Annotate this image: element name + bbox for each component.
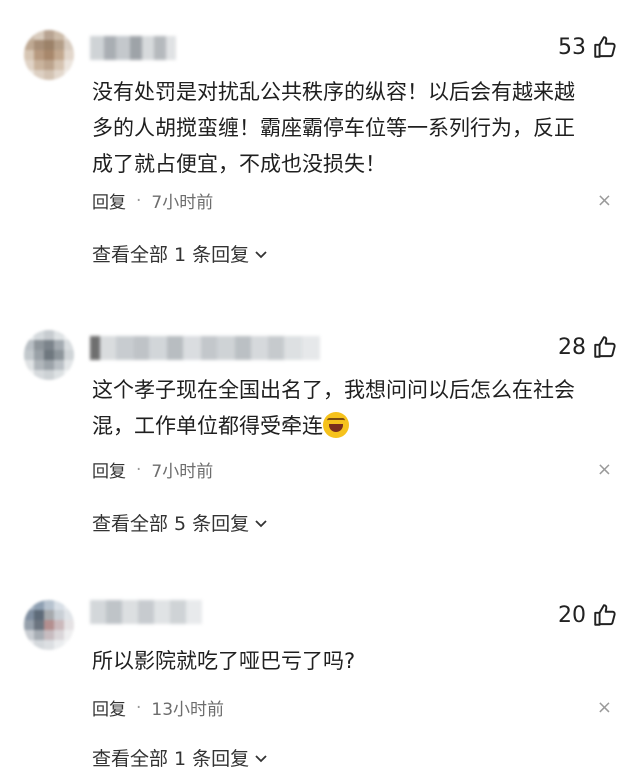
view-replies-button[interactable]: 查看全部 1 条回复 [92, 744, 269, 771]
thumbs-up-icon [594, 336, 616, 358]
comment-text-line: 多的人胡搅蛮缠！霸座霸停车位等一系列行为，反正 [92, 116, 575, 140]
separator: · [136, 190, 142, 211]
comment-text-line: 成了就占便宜，不成也没损失！ [92, 152, 386, 176]
like-button[interactable]: 20 [558, 602, 618, 628]
username-redacted[interactable] [90, 600, 202, 624]
chevron-down-icon [255, 250, 267, 258]
reply-button[interactable]: 回复 [92, 457, 126, 482]
view-replies-label: 查看全部 5 条回复 [92, 513, 250, 535]
chevron-down-icon [255, 519, 267, 527]
view-replies-button[interactable]: 查看全部 1 条回复 [92, 240, 269, 267]
timestamp: 13小时前 [151, 700, 225, 720]
reply-button[interactable]: 回复 [92, 188, 126, 213]
separator: · [136, 459, 142, 480]
like-count: 28 [558, 334, 586, 360]
comment-text-line: 这个孝子现在全国出名了，我想问问以后怎么在社会 [92, 378, 575, 402]
close-icon[interactable]: × [597, 697, 612, 718]
reply-button[interactable]: 回复 [92, 695, 126, 720]
avatar[interactable] [24, 30, 74, 80]
like-button[interactable]: 53 [558, 34, 618, 60]
view-replies-button[interactable]: 查看全部 5 条回复 [92, 509, 269, 536]
comment-text: 所以影院就吃了哑巴亏了吗? [92, 643, 612, 679]
timestamp: 7小时前 [151, 462, 214, 482]
like-count: 53 [558, 34, 586, 60]
thumbs-up-icon [594, 604, 616, 626]
comment-text: 这个孝子现在全国出名了，我想问问以后怎么在社会 混，工作单位都得受牵连 [92, 372, 612, 444]
comment-text-line-content: 混，工作单位都得受牵连 [92, 414, 323, 438]
view-replies-label: 查看全部 1 条回复 [92, 748, 250, 770]
comment-text-line: 没有处罚是对扰乱公共秩序的纵容！以后会有越来越 [92, 80, 575, 104]
like-button[interactable]: 28 [558, 334, 618, 360]
chevron-down-icon [255, 754, 267, 762]
comment-text-line: 混，工作单位都得受牵连 [92, 408, 612, 444]
avatar[interactable] [24, 600, 74, 650]
like-count: 20 [558, 602, 586, 628]
close-icon[interactable]: × [597, 459, 612, 480]
timestamp: 7小时前 [151, 193, 214, 213]
username-redacted[interactable] [90, 36, 176, 60]
comment-meta: 回复 · 7小时前 [92, 188, 214, 214]
thumbs-up-icon [594, 36, 616, 58]
laughing-crying-emoji-icon [323, 412, 349, 438]
view-replies-label: 查看全部 1 条回复 [92, 244, 250, 266]
comment-text: 没有处罚是对扰乱公共秩序的纵容！以后会有越来越 多的人胡搅蛮缠！霸座霸停车位等一… [92, 74, 612, 182]
avatar[interactable] [24, 330, 74, 380]
comment-text-line: 所以影院就吃了哑巴亏了吗? [92, 649, 356, 673]
close-icon[interactable]: × [597, 190, 612, 211]
separator: · [136, 697, 142, 718]
username-redacted[interactable] [90, 336, 320, 360]
comment-meta: 回复 · 7小时前 [92, 457, 214, 483]
comment-meta: 回复 · 13小时前 [92, 695, 225, 721]
